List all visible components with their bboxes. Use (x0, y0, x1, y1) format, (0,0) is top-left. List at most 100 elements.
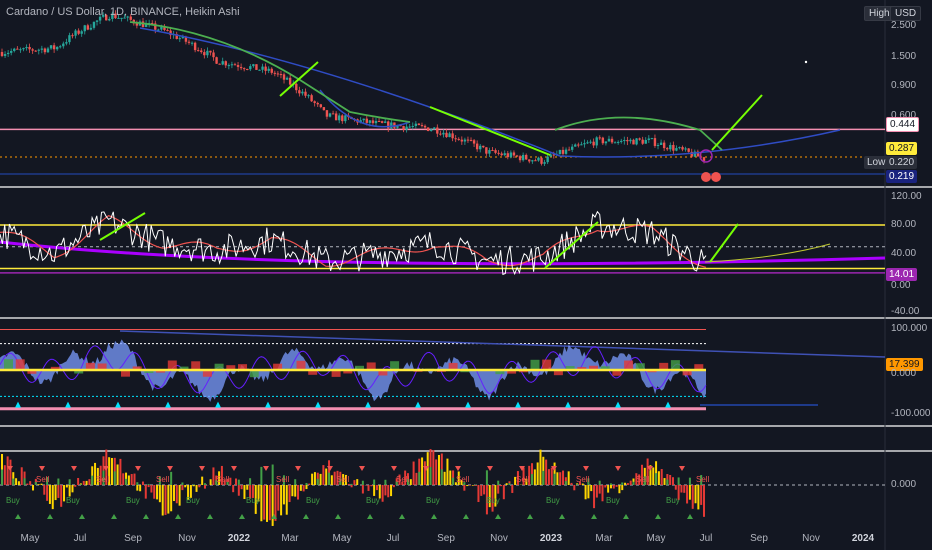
signal-bar (587, 485, 590, 499)
sell-marker (167, 466, 173, 471)
price-candle (341, 115, 344, 122)
price-candle (491, 150, 494, 152)
price-candle (190, 42, 194, 44)
osc2-marker (565, 401, 571, 408)
signal-bar (170, 485, 173, 512)
signal-bar (198, 485, 201, 488)
price-candle (635, 138, 638, 145)
price-candle (429, 129, 433, 131)
signal-bar (172, 485, 175, 502)
signal-bar (370, 485, 373, 487)
sell-marker (231, 466, 237, 471)
price-candle (242, 68, 246, 70)
osc1-trend-curve (0, 240, 886, 266)
price-candle (583, 143, 586, 145)
signal-bar (531, 474, 534, 485)
time-axis-label: Sep (124, 533, 142, 544)
osc2-histogram-bar (624, 360, 634, 370)
signal-bar (328, 472, 331, 485)
green-cup-arc (554, 116, 723, 151)
sell-marker (263, 466, 269, 471)
osc2-histogram-bar (390, 361, 400, 370)
signal-bar (232, 485, 235, 493)
signal-bar (361, 485, 364, 494)
signal-bar (381, 485, 384, 502)
signal-bar (147, 483, 150, 485)
signal-bar (655, 473, 658, 485)
price-candle (383, 121, 387, 123)
price-candle (157, 29, 160, 31)
signal-bar (237, 479, 240, 485)
signal-bar (15, 478, 18, 485)
price-candle (485, 147, 488, 154)
price-candle (669, 144, 672, 150)
osc1-tick: 80.00 (891, 219, 917, 230)
sell-signal-label: Sell (156, 475, 170, 484)
osc2-tick: 100.000 (891, 323, 928, 334)
buy-signal-label: Buy (606, 496, 620, 505)
osc1-green-trend (544, 221, 599, 269)
price-candle (402, 126, 405, 130)
signal-bar (542, 470, 545, 485)
signal-bar (446, 458, 449, 485)
signal-bar (308, 483, 311, 485)
signal-bar (12, 478, 15, 485)
price-candle (13, 48, 16, 51)
signal-bar (502, 485, 505, 500)
price-candle (285, 77, 289, 80)
sell-signal-label: Sell (96, 475, 110, 484)
signal-bar (418, 471, 421, 485)
price-candle (95, 20, 99, 22)
price-tick: 1.500 (891, 51, 917, 62)
signal-bar (466, 485, 469, 487)
signal-bar (533, 469, 536, 485)
price-candle (537, 157, 540, 161)
osc2-marker (265, 401, 271, 408)
price-candle (316, 102, 319, 105)
price-candle (528, 159, 531, 162)
signal-bar (133, 473, 136, 485)
signal-bar (598, 485, 601, 494)
price-candle (423, 125, 427, 128)
signal-bar (330, 475, 333, 485)
signal-bar (305, 482, 308, 485)
price-candle (494, 150, 497, 153)
buy-marker (303, 514, 309, 519)
low-label: Low (864, 156, 889, 169)
price-candle (200, 50, 203, 53)
price-candle (515, 155, 519, 157)
time-axis-label: 2022 (227, 533, 251, 544)
signal-bar (593, 485, 596, 509)
signal-bar (415, 472, 418, 485)
signal-bar (350, 485, 353, 488)
signal-bar (260, 466, 263, 485)
price-candle (451, 133, 454, 139)
signal-bar (539, 449, 542, 485)
signal-bar (350, 483, 353, 485)
signal-bar (632, 481, 635, 485)
osc2-histogram-bar (542, 359, 552, 370)
price-candle (319, 104, 323, 108)
currency-button[interactable]: USD (890, 6, 922, 21)
sell-marker (487, 466, 493, 471)
price-candle (607, 138, 611, 142)
price-candle (83, 25, 86, 32)
price-candle (34, 50, 37, 52)
price-candle (86, 25, 90, 30)
time-axis-label: May (332, 533, 352, 544)
price-candle (390, 122, 393, 129)
price-candle (497, 152, 500, 154)
signal-bar (384, 479, 387, 485)
price-candle (288, 77, 292, 85)
signal-bar (77, 477, 80, 485)
price-candle (678, 147, 681, 149)
signal-bar (291, 485, 294, 497)
price-tag-0444: 0.444 (886, 117, 920, 132)
signal-bar (353, 480, 356, 485)
green-projection-up (711, 94, 763, 151)
signal-bar (688, 477, 691, 485)
signal-bar (573, 485, 576, 491)
signal-bar (463, 485, 466, 491)
signal-bar (700, 485, 703, 505)
sell-marker (391, 466, 397, 471)
